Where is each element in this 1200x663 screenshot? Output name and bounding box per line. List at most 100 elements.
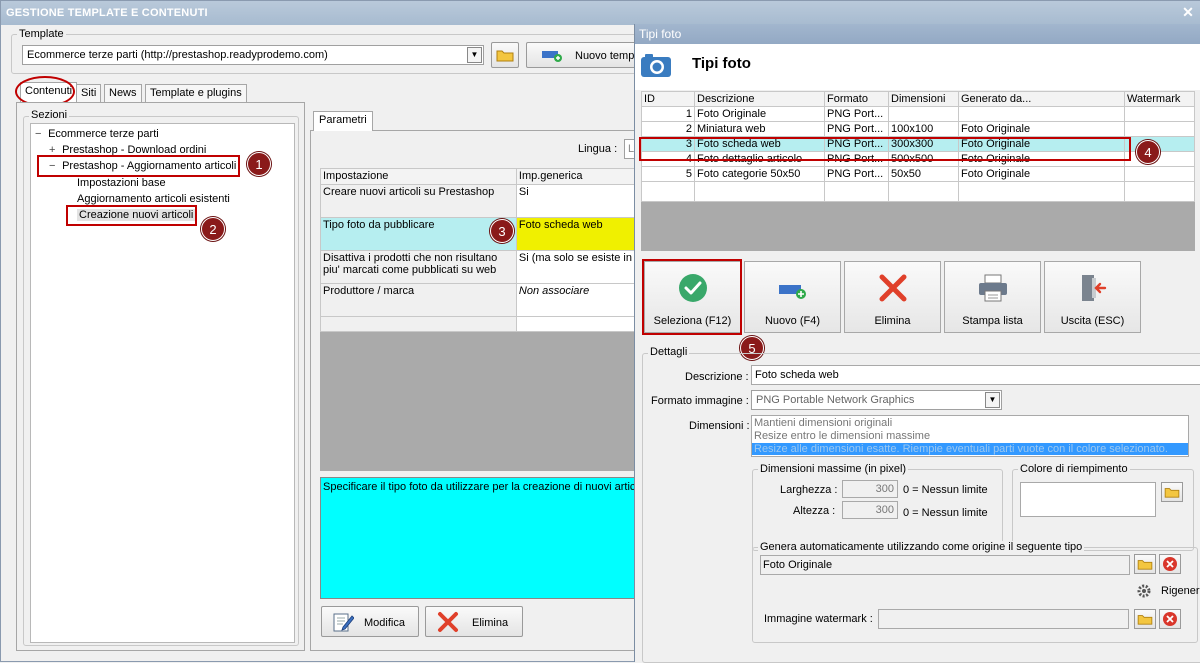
descrizione-input-value: Foto scheda web bbox=[755, 369, 839, 381]
setting-cell[interactable]: Produttore / marca bbox=[320, 283, 517, 317]
tipi-foto-grid-area: ID Descrizione Formato Dimensioni Genera… bbox=[641, 91, 1195, 251]
column-header-formato[interactable]: Formato bbox=[824, 91, 889, 107]
setting-cell[interactable]: Tipo foto da pubblicare bbox=[320, 217, 517, 251]
table-row-empty[interactable] bbox=[320, 316, 636, 332]
value-cell-highlight[interactable]: Foto scheda web bbox=[515, 217, 636, 251]
table-row[interactable]: 5 Foto categorie 50x50 PNG Port... 50x50… bbox=[641, 166, 1195, 182]
dimensioni-cell[interactable] bbox=[888, 106, 959, 122]
altezza-input[interactable]: 300 bbox=[842, 501, 898, 519]
descrizione-cell[interactable]: Foto categorie 50x50 bbox=[694, 166, 825, 182]
id-cell[interactable]: 2 bbox=[641, 121, 695, 137]
generato-cell[interactable] bbox=[958, 106, 1125, 122]
tab-siti[interactable]: Siti bbox=[76, 84, 102, 102]
add-icon bbox=[778, 285, 806, 299]
altezza-note: 0 = Nessun limite bbox=[903, 507, 988, 519]
dimensioni-listbox[interactable]: Mantieni dimensioni originali Resize ent… bbox=[751, 415, 1189, 457]
tree-collapse-icon[interactable]: − bbox=[35, 128, 45, 140]
id-cell[interactable]: 5 bbox=[641, 166, 695, 182]
new-button[interactable]: Nuovo (F4) bbox=[744, 261, 841, 333]
rigenera-button[interactable]: Rigenera bbox=[1134, 581, 1200, 601]
fill-color-swatch[interactable] bbox=[1020, 482, 1156, 517]
table-row[interactable]: 1 Foto Originale PNG Port... bbox=[641, 106, 1195, 122]
modify-button[interactable]: Modifica bbox=[321, 606, 419, 637]
delete-label: Elimina bbox=[472, 617, 509, 629]
setting-cell[interactable] bbox=[320, 316, 517, 332]
highlight-box-2 bbox=[66, 205, 197, 226]
column-header-descrizione[interactable]: Descrizione bbox=[694, 91, 825, 107]
genera-clear-button[interactable] bbox=[1159, 554, 1181, 574]
fill-color-browse-button[interactable] bbox=[1161, 482, 1183, 502]
value-cell[interactable]: Si bbox=[515, 184, 636, 218]
formato-cell[interactable]: PNG Port... bbox=[824, 121, 889, 137]
tab-news[interactable]: News bbox=[104, 84, 142, 102]
column-header-id[interactable]: ID bbox=[641, 91, 695, 107]
column-header-imp-generica[interactable]: Imp.generica bbox=[515, 168, 636, 185]
column-header-watermark[interactable]: Watermark bbox=[1124, 91, 1195, 107]
tree-root[interactable]: − Ecommerce terze parti bbox=[35, 128, 159, 140]
description-panel: Specificare il tipo foto da utilizzare p… bbox=[320, 477, 642, 599]
params-grid-area: Impostazione Imp.generica Creare nuovi a… bbox=[320, 168, 636, 471]
table-row[interactable]: Disattiva i prodotti che non risultano p… bbox=[320, 250, 636, 284]
watermark-browse-button[interactable] bbox=[1134, 609, 1156, 629]
id-cell[interactable]: 1 bbox=[641, 106, 695, 122]
setting-cell[interactable]: Creare nuovi articoli su Prestashop bbox=[320, 184, 517, 218]
value-cell[interactable]: Non associare bbox=[515, 283, 636, 317]
value-cell[interactable]: Si (ma solo se esiste in bbox=[515, 250, 636, 284]
larghezza-label: Larghezza : bbox=[780, 484, 838, 496]
dimensioni-option[interactable]: Mantieni dimensioni originali bbox=[754, 417, 892, 429]
watermark-cell[interactable] bbox=[1124, 121, 1195, 137]
watermark-input[interactable] bbox=[878, 609, 1129, 629]
watermark-label: Immagine watermark : bbox=[764, 613, 873, 625]
descrizione-input[interactable]: Foto scheda web bbox=[751, 365, 1200, 385]
open-template-button[interactable] bbox=[491, 42, 519, 68]
folder-icon bbox=[496, 50, 514, 62]
print-button[interactable]: Stampa lista bbox=[944, 261, 1041, 333]
details-legend: Dettagli bbox=[648, 346, 690, 358]
delete-x-icon bbox=[438, 612, 458, 632]
table-row[interactable]: Creare nuovi articoli su Prestashop Si bbox=[320, 184, 636, 218]
formato-select[interactable]: PNG Portable Network Graphics ▼ bbox=[751, 390, 1002, 410]
tab-parametri[interactable]: Parametri bbox=[313, 111, 373, 131]
table-row[interactable]: Produttore / marca Non associare bbox=[320, 283, 636, 317]
new-button-label: Nuovo (F4) bbox=[764, 315, 821, 327]
watermark-cell[interactable] bbox=[1124, 166, 1195, 182]
column-header-dimensioni[interactable]: Dimensioni bbox=[888, 91, 959, 107]
generato-cell[interactable]: Foto Originale bbox=[958, 166, 1125, 182]
printer-icon bbox=[978, 274, 1007, 302]
highlight-box-4 bbox=[639, 137, 1131, 161]
generato-cell[interactable]: Foto Originale bbox=[958, 121, 1125, 137]
column-header-impostazione[interactable]: Impostazione bbox=[320, 168, 517, 185]
larghezza-input[interactable]: 300 bbox=[842, 480, 898, 498]
delete-type-button[interactable]: Elimina bbox=[844, 261, 941, 333]
step-marker-3: 3 bbox=[490, 219, 514, 243]
table-row[interactable]: 2 Miniatura web PNG Port... 100x100 Foto… bbox=[641, 121, 1195, 137]
value-cell[interactable] bbox=[515, 316, 636, 332]
chevron-down-icon[interactable]: ▼ bbox=[985, 392, 1000, 408]
column-header-generato-da[interactable]: Generato da... bbox=[958, 91, 1125, 107]
dimensioni-cell[interactable]: 50x50 bbox=[888, 166, 959, 182]
clear-icon bbox=[1163, 612, 1177, 626]
watermark-cell[interactable] bbox=[1124, 106, 1195, 122]
tree-item-aggiornamento-esistenti[interactable]: Aggiornamento articoli esistenti bbox=[77, 193, 230, 205]
genera-browse-button[interactable] bbox=[1134, 554, 1156, 574]
tree-item-impostazioni-base[interactable]: Impostazioni base bbox=[77, 177, 166, 189]
dimensioni-cell[interactable]: 100x100 bbox=[888, 121, 959, 137]
setting-cell[interactable]: Disattiva i prodotti che non risultano p… bbox=[320, 250, 517, 284]
watermark-clear-button[interactable] bbox=[1159, 609, 1181, 629]
exit-button[interactable]: Uscita (ESC) bbox=[1044, 261, 1141, 333]
table-row-selected[interactable]: Tipo foto da pubblicare Foto scheda web bbox=[320, 217, 636, 251]
tab-template-plugins[interactable]: Template e plugins bbox=[145, 84, 247, 102]
new-template-button[interactable]: Nuovo temp bbox=[526, 42, 646, 68]
formato-cell[interactable]: PNG Port... bbox=[824, 166, 889, 182]
descrizione-cell[interactable]: Foto Originale bbox=[694, 106, 825, 122]
template-select[interactable]: Ecommerce terze parti (http://prestashop… bbox=[22, 45, 484, 65]
dimensioni-option[interactable]: Resize entro le dimensioni massime bbox=[754, 430, 930, 442]
dimensioni-option-selected[interactable]: Resize alle dimensioni esatte. Riempie e… bbox=[752, 443, 1188, 455]
descrizione-cell[interactable]: Miniatura web bbox=[694, 121, 825, 137]
chevron-down-icon[interactable]: ▼ bbox=[467, 47, 482, 63]
formato-cell[interactable]: PNG Port... bbox=[824, 106, 889, 122]
sections-tree: − Ecommerce terze parti + Prestashop - D… bbox=[30, 123, 295, 643]
delete-button[interactable]: Elimina bbox=[425, 606, 523, 637]
genera-input[interactable]: Foto Originale bbox=[760, 555, 1130, 575]
close-icon[interactable]: ✕ bbox=[1180, 4, 1196, 20]
